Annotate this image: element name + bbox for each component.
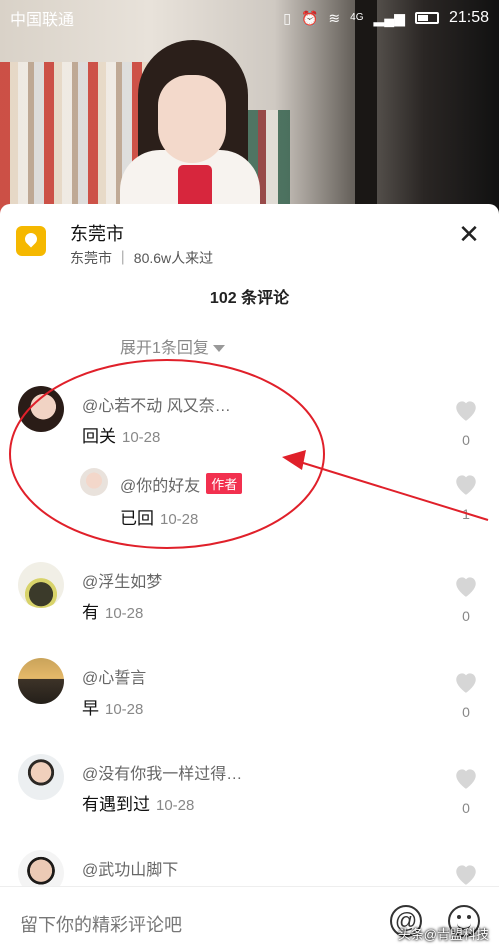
avatar[interactable] [18, 658, 64, 704]
like-button[interactable]: 0 [451, 574, 481, 624]
comment-date: 10-28 [122, 429, 161, 446]
like-button[interactable]: 0 [451, 766, 481, 816]
comment-body: 有遇到过 [82, 795, 150, 814]
like-count: 0 [462, 432, 470, 448]
heart-icon [456, 401, 476, 421]
heart-icon [456, 673, 476, 693]
network-type-label: 4G [350, 12, 364, 23]
comment-text: 回关 10-28 [82, 422, 160, 447]
person-face [158, 75, 226, 163]
comment-item: @心若不动 风又奈… 回关 10-28 0 [0, 384, 499, 474]
comment-date: 10-28 [105, 701, 144, 718]
heart-icon [456, 577, 476, 597]
comment-username[interactable]: @浮生如梦 [82, 568, 162, 592]
like-button[interactable]: 1 [451, 472, 481, 522]
battery-icon [414, 12, 439, 24]
avatar[interactable] [80, 468, 108, 496]
avatar[interactable] [18, 562, 64, 608]
comment-username[interactable]: @武功山脚下 [82, 856, 178, 880]
status-bar: 中国联通 ▯ ⏰ ≋ 4G ▂▄▆ 21:58 [0, 0, 499, 36]
location-subtitle: 东莞市 ｜ 80.6w人来过 [70, 250, 214, 266]
watermark: 头条@青盟科技 [397, 927, 489, 942]
signal-icon: ▂▄▆ [373, 10, 405, 26]
reply-date: 10-28 [160, 511, 199, 528]
comment-date: 10-28 [156, 797, 195, 814]
comment-count-title: 102 条评论 [209, 290, 290, 307]
status-icons: ▯ ⏰ ≋ 4G ▂▄▆ 21:58 [283, 9, 489, 27]
comment-item: @心誓言 早 10-28 0 [0, 656, 499, 746]
reply-item: @你的好友 作者 已回 10-28 1 [0, 466, 499, 536]
clock: 21:58 [448, 9, 489, 26]
like-count: 0 [462, 608, 470, 624]
heart-icon [456, 769, 476, 789]
comment-item: @没有你我一样过得… 有遇到过 10-28 0 [0, 752, 499, 842]
like-button[interactable]: 0 [451, 670, 481, 720]
triangle-down-icon [212, 345, 225, 353]
close-button[interactable]: ✕ [455, 220, 483, 248]
comment-body: 有 [82, 603, 99, 622]
author-badge: 作者 [206, 473, 243, 494]
location-title: 东莞市 [70, 224, 124, 244]
comment-date: 10-28 [105, 605, 144, 622]
heart-icon [456, 865, 476, 885]
comment-body: 早 [82, 699, 99, 718]
comment-username[interactable]: @心若不动 风又奈… [82, 392, 231, 416]
wifi-icon: ≋ [328, 10, 341, 26]
reply-username: @你的好友 作者 [120, 472, 243, 496]
avatar[interactable] [18, 754, 64, 800]
like-count: 0 [462, 800, 470, 816]
location-pin-icon [16, 226, 46, 256]
expand-replies-button[interactable]: 展开1条回复 [120, 334, 225, 358]
comment-text: 有 10-28 [82, 598, 143, 623]
comment-username[interactable]: @心誓言 [82, 664, 146, 688]
comment-text: 早 10-28 [82, 694, 143, 719]
reply-text: 已回 10-28 [120, 504, 198, 529]
expand-replies-label: 展开1条回复 [120, 340, 209, 357]
comment-text: 有遇到过 10-28 [82, 790, 194, 815]
avatar[interactable] [18, 386, 64, 432]
comment-sheet: 东莞市 东莞市 ｜ 80.6w人来过 ✕ 102 条评论 展开1条回复 @心若不… [0, 204, 499, 951]
carrier-label: 中国联通 [10, 12, 75, 29]
like-button[interactable] [451, 862, 481, 886]
comment-body: 回关 [82, 427, 116, 446]
like-count: 1 [462, 506, 470, 522]
reply-username-text[interactable]: @你的好友 [120, 478, 200, 495]
location-header[interactable]: 东莞市 东莞市 ｜ 80.6w人来过 ✕ [16, 220, 483, 270]
comment-username[interactable]: @没有你我一样过得… [82, 760, 242, 784]
reply-body: 已回 [120, 509, 154, 528]
alarm-icon: ⏰ [300, 10, 319, 26]
like-count: 0 [462, 704, 470, 720]
heart-icon [456, 475, 476, 495]
comment-item: @浮生如梦 有 10-28 0 [0, 560, 499, 650]
comment-input[interactable]: 留下你的精彩评论吧 [20, 911, 182, 937]
like-button[interactable]: 0 [451, 398, 481, 448]
vibrate-icon: ▯ [283, 10, 291, 26]
